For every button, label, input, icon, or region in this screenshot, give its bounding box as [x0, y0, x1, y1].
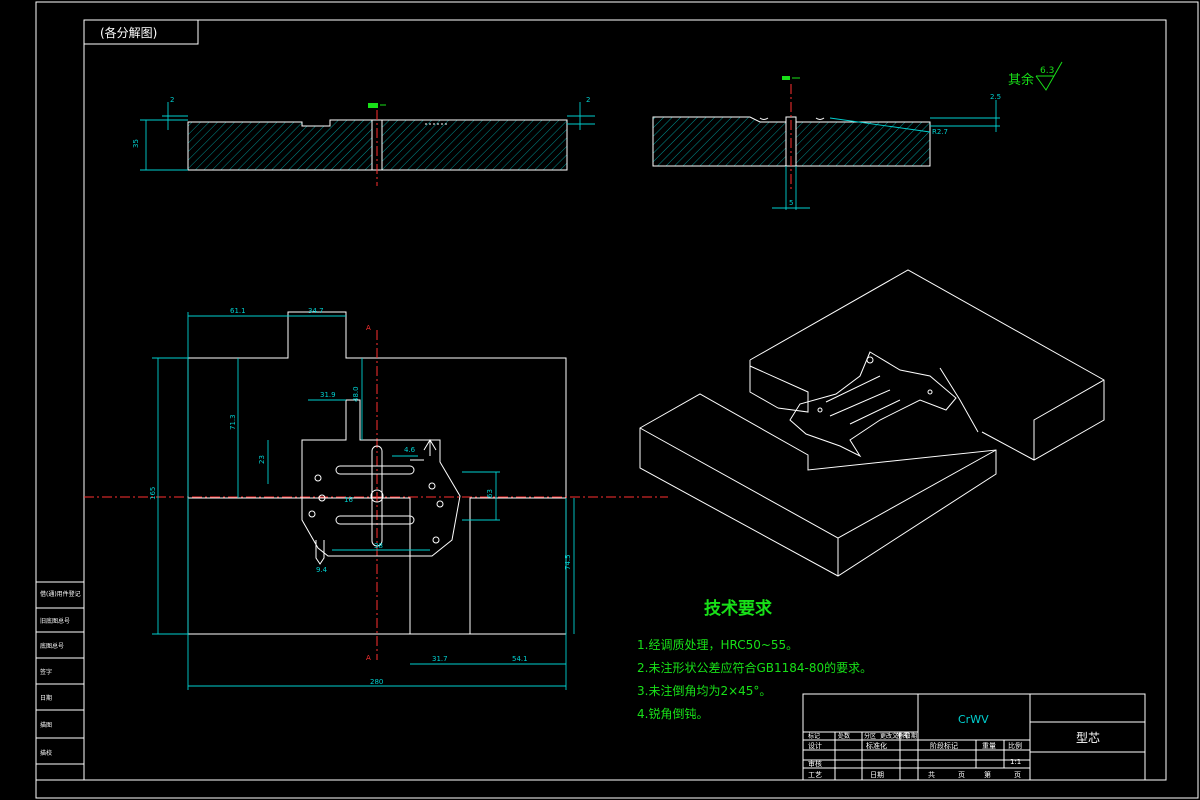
surface-roughness-note: 其余 6.3	[1008, 61, 1063, 91]
dim-54-1: 54.1	[512, 655, 528, 663]
dim-31-7: 31.7	[432, 655, 448, 663]
section-mark-a-top: A	[366, 324, 371, 332]
side-strip-7: 描校	[40, 749, 52, 757]
tb-sheet-unit2: 页	[1014, 771, 1021, 779]
dim-280: 280	[370, 678, 383, 686]
dim-38: 38	[374, 542, 383, 550]
tech-item-3: 3.未注倒角均为2×45°。	[637, 683, 771, 698]
roughness-label: 其余	[1008, 72, 1034, 88]
side-strip-2: 旧底图总号	[40, 617, 70, 625]
dim-74-5: 74.5	[564, 554, 572, 570]
tech-heading: 技术要求	[704, 598, 772, 619]
tb-mark: 标记	[808, 732, 820, 740]
dim-61-1: 61.1	[230, 307, 246, 315]
tb-sheets-total: 共	[928, 770, 935, 779]
tb-sheet-unit: 页	[958, 771, 965, 779]
side-section-view: 5 2.5 R2.7	[652, 76, 1001, 210]
tb-standardize: 标准化	[866, 741, 887, 750]
side-strip-4: 签字	[40, 668, 52, 676]
tb-stage: 阶段标记	[930, 741, 958, 750]
tb-sheet-no: 第	[984, 770, 991, 779]
cad-drawing-canvas: (各分解图) 借(通)用件登记 旧底图总号 底图总号 签字 日期 描图 描校 3…	[35, 1, 1199, 799]
tb-part-name: 型芯	[1076, 731, 1100, 745]
tb-review: 审核	[808, 759, 822, 768]
dim-r2-7: R2.7	[932, 128, 948, 136]
dim-31-9: 31.9	[320, 391, 336, 399]
dim-23: 23	[258, 455, 266, 464]
tech-item-2: 2.未注形状公差应符合GB1184-80的要求。	[637, 660, 872, 675]
sheet-border	[35, 1, 1199, 799]
dim-48-0: 48.0	[352, 386, 360, 402]
front-section-view: 35 2 2	[132, 96, 595, 186]
tb-ratio: 比例	[1008, 741, 1022, 750]
dim-5: 5	[789, 199, 793, 207]
tb-scale: 1:1	[1010, 758, 1021, 766]
side-strip-1: 借(通)用件登记	[40, 590, 81, 598]
tb-process: 工艺	[808, 771, 822, 779]
title-tag-text: (各分解图)	[100, 25, 157, 40]
dim-16: 16	[344, 496, 353, 504]
tb-count: 处数	[838, 732, 850, 740]
tb-design: 设计	[808, 741, 822, 750]
dim-9-4: 9.4	[316, 566, 328, 574]
isometric-view	[639, 269, 1105, 577]
side-strip-3: 底图总号	[40, 642, 64, 650]
dim-2-right: 2	[586, 96, 590, 104]
tb-date-col: 日期	[905, 732, 917, 740]
tb-weight: 重量	[982, 742, 996, 750]
dim-165: 165	[149, 487, 157, 500]
tb-date: 日期	[870, 771, 884, 779]
title-block: 标记 处数 分区 更改文件号 签名 日期 设计 标准化 审核 工艺 日期 阶段标…	[802, 693, 1146, 781]
dim-35: 35	[132, 139, 140, 148]
side-strip: 借(通)用件登记 旧底图总号 底图总号 签字 日期 描图 描校	[35, 581, 85, 781]
tb-material: CrWV	[958, 713, 989, 726]
tech-requirements: 技术要求 1.经调质处理，HRC50~55。 2.未注形状公差应符合GB1184…	[637, 598, 872, 721]
dim-2-5: 2.5	[990, 93, 1001, 101]
tb-zone: 分区	[864, 732, 876, 740]
tech-item-1: 1.经调质处理，HRC50~55。	[637, 638, 798, 652]
dim-34-7: 34.7	[308, 307, 324, 315]
dim-71-3: 71.3	[229, 414, 237, 430]
tech-item-4: 4.锐角倒钝。	[637, 707, 708, 721]
dim-4-6: 4.6	[404, 446, 416, 454]
roughness-value: 6.3	[1040, 66, 1054, 76]
plan-view: A A 280 61.1 34.7 165 71.3 31.9 48.0 23 …	[84, 307, 668, 690]
dim-2-left: 2	[170, 96, 174, 104]
side-strip-6: 描图	[40, 721, 52, 729]
dim-63: 63	[486, 489, 494, 498]
side-strip-5: 日期	[40, 694, 52, 702]
section-mark-a-bottom: A	[366, 654, 371, 662]
